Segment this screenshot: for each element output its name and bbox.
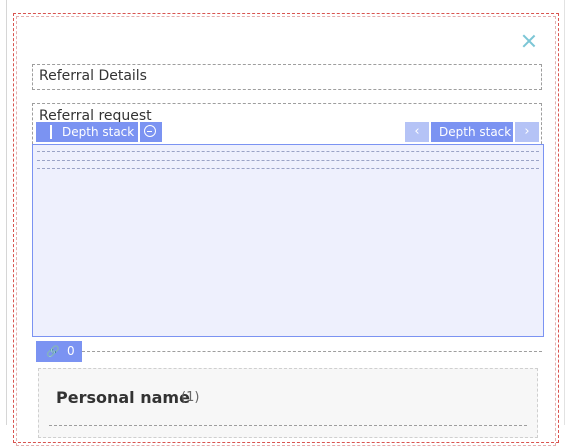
card-count: (1) — [181, 390, 200, 405]
links-count: 0 — [67, 344, 75, 358]
chevron-left-icon[interactable]: ‹ — [405, 122, 429, 142]
card-title: Personal name — [56, 388, 190, 407]
links-divider — [82, 351, 542, 352]
minus-circle-icon — [144, 125, 156, 137]
stack-divider — [37, 151, 539, 152]
section-title: Referral Details — [39, 68, 147, 84]
section-referral-details[interactable]: Referral Details — [32, 64, 542, 90]
depth-stack-tag-left[interactable]: Depth stack — [36, 122, 138, 142]
link-icon: 🔗 — [46, 345, 60, 358]
stack-divider — [37, 168, 539, 169]
personal-name-card[interactable]: Personal name (1) — [38, 368, 538, 438]
depth-stack-label: Depth stack — [439, 125, 512, 139]
drag-handle-icon[interactable] — [50, 125, 52, 139]
page-edge-right — [564, 0, 565, 425]
close-icon[interactable] — [519, 31, 539, 51]
depth-stack-area[interactable] — [32, 144, 544, 337]
card-divider — [49, 425, 527, 426]
links-badge[interactable]: 🔗 0 — [36, 341, 82, 362]
stack-divider — [37, 160, 539, 161]
depth-stack-tag-right[interactable]: Depth stack — [431, 122, 513, 142]
depth-stack-menu-button[interactable] — [140, 122, 162, 142]
page-edge-left — [6, 0, 7, 425]
chevron-right-icon[interactable]: › — [515, 122, 539, 142]
depth-stack-label: Depth stack — [62, 125, 135, 139]
